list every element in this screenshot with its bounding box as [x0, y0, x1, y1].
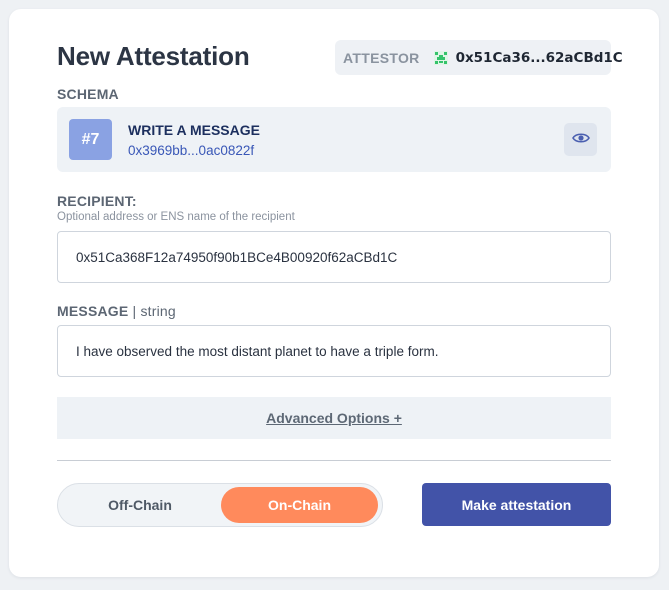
attestor-label: ATTESTOR — [343, 49, 420, 66]
message-label-text: MESSAGE — [57, 303, 129, 319]
on-chain-option[interactable]: On-Chain — [221, 487, 378, 523]
advanced-options-bar: Advanced Options + — [57, 397, 611, 439]
recipient-input-value: 0x51Ca368F12a74950f90b1BCe4B00920f62aCBd… — [76, 249, 398, 265]
schema-uid-link[interactable]: 0x3969bb...0ac0822f — [128, 143, 254, 158]
attestor-badge: ATTESTOR 0x51Ca36...62aCBd1C — [335, 40, 623, 75]
attestor-address: 0x51Ca36...62aCBd1C — [455, 49, 623, 66]
recipient-label: RECIPIENT: — [57, 193, 137, 209]
schema-card: #7 WRITE A MESSAGE 0x3969bb...0ac0822f — [57, 107, 611, 172]
schema-name: WRITE A MESSAGE — [128, 122, 260, 138]
message-type: | string — [132, 303, 176, 319]
message-input[interactable]: I have observed the most distant planet … — [57, 325, 611, 377]
eye-icon — [571, 131, 590, 149]
schema-label: SCHEMA — [57, 86, 119, 102]
attestation-card: New Attestation ATTESTOR 0x51Ca36...62aC… — [9, 9, 659, 577]
message-label: MESSAGE | string — [57, 303, 176, 319]
view-schema-button[interactable] — [564, 123, 597, 156]
page-title: New Attestation — [57, 41, 250, 71]
recipient-hint: Optional address or ENS name of the reci… — [57, 211, 295, 223]
recipient-input[interactable]: 0x51Ca368F12a74950f90b1BCe4B00920f62aCBd… — [57, 231, 611, 283]
make-attestation-button[interactable]: Make attestation — [422, 483, 611, 526]
message-input-value: I have observed the most distant planet … — [76, 343, 439, 359]
advanced-options-link[interactable]: Advanced Options + — [266, 410, 402, 426]
off-chain-option[interactable]: Off-Chain — [58, 484, 222, 526]
schema-number-badge: #7 — [69, 119, 112, 160]
divider — [57, 460, 611, 461]
chain-toggle: Off-Chain On-Chain — [57, 483, 383, 527]
avatar-icon — [433, 50, 448, 65]
